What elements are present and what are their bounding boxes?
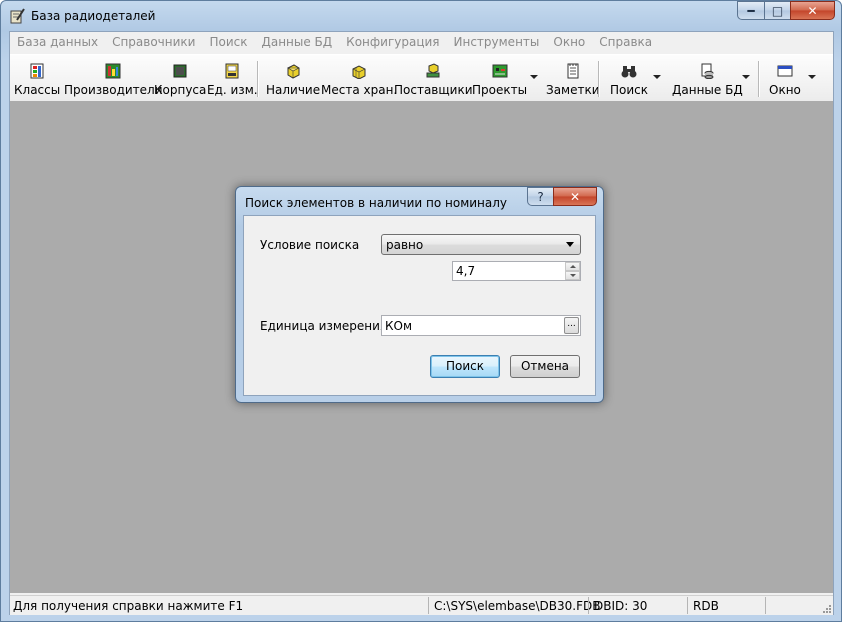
menu-window[interactable]: Окно	[546, 32, 592, 53]
status-divider	[765, 597, 766, 614]
toolbar-manufacturers-button[interactable]: Производители	[64, 63, 163, 97]
cancel-button[interactable]: Отмена	[510, 355, 580, 378]
spin-up-button[interactable]	[565, 262, 580, 271]
status-hint: Для получения справки нажмите F1	[13, 599, 244, 613]
maximize-button[interactable]: □	[764, 1, 790, 20]
chevron-down-icon	[566, 242, 574, 247]
chip-icon	[173, 64, 187, 78]
toolbar-separator	[758, 61, 760, 97]
close-button[interactable]: ✕	[790, 1, 835, 20]
database-icon	[701, 63, 714, 79]
circuit-board-icon	[492, 64, 508, 78]
box-icon	[286, 64, 300, 79]
unit-field[interactable]: КОм ...	[381, 315, 581, 336]
unit-browse-button[interactable]: ...	[564, 317, 579, 334]
menu-tools[interactable]: Инструменты	[447, 32, 547, 53]
dialog-help-button[interactable]: ?	[527, 187, 553, 206]
window-icon	[777, 65, 793, 77]
toolbar-projects-label: Проекты	[472, 83, 528, 97]
db-data-dropdown-arrow[interactable]	[742, 75, 750, 79]
menu-bar: База данных Справочники Поиск Данные БД …	[10, 32, 833, 53]
toolbar-storage-button[interactable]: Места хран.	[321, 63, 397, 97]
status-divider	[428, 597, 429, 614]
toolbar-classes-button[interactable]: Классы	[14, 63, 60, 97]
value-text: 4,7	[456, 264, 476, 278]
toolbar-packages-label: Корпуса	[154, 83, 207, 97]
toolbar-classes-label: Классы	[14, 83, 61, 97]
close-icon: ✕	[807, 3, 818, 18]
toolbar-storage-label: Места хран.	[321, 83, 398, 97]
status-db-path: C:\SYS\elembase\DB30.FDB	[434, 599, 601, 613]
menu-search[interactable]: Поиск	[202, 32, 254, 53]
toolbar-suppliers-button[interactable]: Поставщики	[394, 63, 473, 97]
condition-selected-value: равно	[386, 238, 424, 252]
title-bar[interactable]: База радиодеталей ━ □ ✕	[1, 1, 841, 31]
caption-buttons: ━ □ ✕	[737, 1, 835, 21]
status-divider	[687, 597, 688, 614]
resize-grip-icon[interactable]	[822, 604, 832, 614]
toolbar-separator	[598, 61, 600, 97]
boxes-icon	[352, 65, 366, 79]
status-divider	[588, 597, 589, 614]
toolbar-search-label: Поиск	[610, 83, 649, 97]
unit-value: КОм	[385, 319, 413, 333]
dialog-caption-buttons: ? ✕	[527, 187, 597, 206]
spin-down-button[interactable]	[565, 271, 580, 280]
toolbar-notes-button[interactable]: Заметки	[546, 63, 600, 97]
toolbar-packages-button[interactable]: Корпуса	[154, 63, 206, 97]
toolbar-suppliers-label: Поставщики	[394, 83, 473, 97]
close-icon: ✕	[569, 189, 581, 204]
dialog-body: Условие поиска равно 4,7 Единица измерен…	[243, 215, 596, 396]
menu-references[interactable]: Справочники	[105, 32, 202, 53]
toolbar-notes-label: Заметки	[546, 83, 600, 97]
projects-dropdown-arrow[interactable]	[530, 75, 538, 79]
meter-icon	[225, 63, 239, 79]
status-bar: Для получения справки нажмите F1 C:\SYS\…	[10, 595, 833, 615]
window-title: База радиодеталей	[31, 9, 156, 23]
toolbar-stock-button[interactable]: Наличие	[266, 63, 320, 97]
manufacturers-icon	[105, 63, 121, 79]
toolbar-search-button[interactable]: Поиск	[610, 63, 648, 97]
condition-select[interactable]: равно	[381, 234, 581, 255]
supplier-icon	[426, 63, 440, 78]
toolbar-manufacturers-label: Производители	[64, 83, 163, 97]
toolbar-separator	[257, 61, 259, 97]
condition-label: Условие поиска	[260, 238, 360, 252]
maximize-icon: □	[771, 3, 784, 18]
minimize-icon: ━	[747, 3, 755, 18]
menu-db-data[interactable]: Данные БД	[254, 32, 339, 53]
app-notebook-icon	[10, 8, 25, 24]
status-dbid: DBID: 30	[594, 599, 648, 613]
classes-icon	[30, 63, 44, 79]
value-spin-input[interactable]: 4,7	[452, 261, 581, 281]
notepad-icon	[567, 63, 579, 79]
menu-database[interactable]: База данных	[10, 32, 105, 53]
search-button[interactable]: Поиск	[430, 355, 500, 378]
toolbar-db-data-label: Данные БД	[672, 83, 743, 97]
window-dropdown-arrow[interactable]	[808, 75, 816, 79]
toolbar-window-label: Окно	[769, 83, 801, 97]
search-by-value-dialog: Поиск элементов в наличии по номиналу ? …	[235, 186, 604, 403]
search-dropdown-arrow[interactable]	[653, 75, 661, 79]
dialog-close-button[interactable]: ✕	[553, 187, 597, 206]
toolbar-units-label: Ед. изм.	[207, 83, 258, 97]
menu-configuration[interactable]: Конфигурация	[339, 32, 446, 53]
unit-label: Единица измерения	[260, 319, 388, 333]
toolbar-window-button[interactable]: Окно	[769, 63, 801, 97]
menu-help[interactable]: Справка	[592, 32, 659, 53]
toolbar-db-data-button[interactable]: Данные БД	[672, 63, 743, 97]
dialog-title: Поиск элементов в наличии по номиналу	[245, 196, 508, 210]
help-icon: ?	[537, 189, 544, 204]
toolbar-stock-label: Наличие	[266, 83, 321, 97]
binoculars-icon	[621, 66, 637, 78]
toolbar-projects-button[interactable]: Проекты	[472, 63, 527, 97]
toolbar-units-button[interactable]: Ед. изм.	[207, 63, 258, 97]
minimize-button[interactable]: ━	[737, 1, 764, 20]
status-mode: RDB	[693, 599, 719, 613]
toolbar: Классы Производители Корпуса Ед. изм. На…	[10, 54, 833, 102]
